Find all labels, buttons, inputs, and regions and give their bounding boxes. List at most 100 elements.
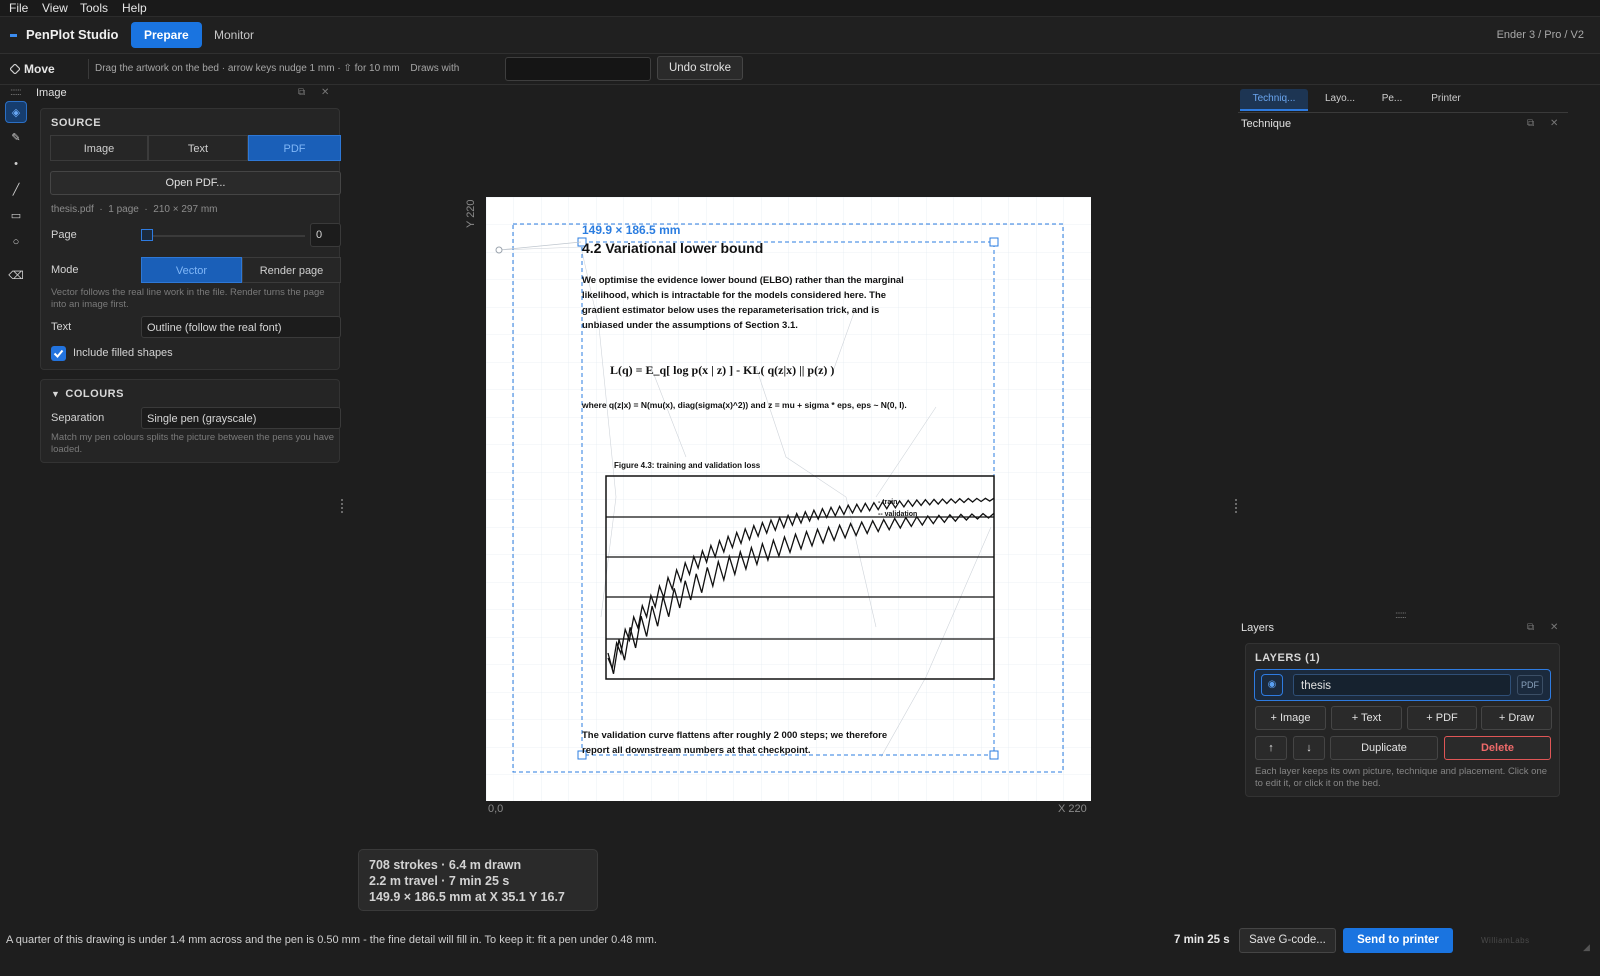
art-where-line: where q(z|x) = N(mu(x), diag(sigma(x)^2)… [581, 400, 907, 410]
resize-handle-tr[interactable] [989, 237, 999, 247]
page-slider-thumb[interactable] [141, 229, 153, 241]
menu-bar: File View Tools Help [0, 0, 1600, 17]
menu-tools[interactable]: Tools [80, 1, 108, 15]
status-bar: A quarter of this drawing is under 1.4 m… [0, 927, 1600, 956]
line-icon[interactable]: ╱ [5, 179, 27, 201]
tab-layout[interactable]: Layo... [1314, 89, 1366, 111]
layers-heading: LAYERS (1) [1255, 652, 1321, 664]
menu-view[interactable]: View [42, 1, 68, 15]
send-to-printer-button[interactable]: Send to printer [1343, 928, 1453, 953]
left-panel-resize-handle[interactable] [341, 499, 345, 513]
circle-icon[interactable]: ○ [5, 231, 27, 253]
add-pdf-layer-button[interactable]: + PDF [1407, 706, 1477, 730]
source-heading: SOURCE [51, 117, 102, 129]
close-panel-icon[interactable]: ✕ [1550, 118, 1558, 129]
move-layer-up-button[interactable]: ↑ [1255, 736, 1287, 760]
art-para1-line4: unbiased under the assumptions of Sectio… [582, 320, 798, 331]
layer-name-field[interactable]: thesis [1293, 674, 1511, 696]
art-equation: L(q) = E_q[ log p(x | z) ] - KL( q(z|x) … [610, 363, 834, 377]
mode-option-render-page[interactable]: Render page [242, 257, 341, 283]
open-pdf-button[interactable]: Open PDF... [50, 171, 341, 195]
layer-row[interactable]: ◉ thesis PDF [1254, 669, 1551, 701]
tool-column: ◈ ✎ • ╱ ▭ ○ ⌫ [0, 85, 32, 905]
page-number-field[interactable]: 0 [310, 223, 341, 247]
right-panel-resize-handle[interactable] [1235, 499, 1239, 513]
mode-label: Mode [51, 264, 79, 276]
bed-canvas: 149.9 × 186.5 mm 4.2 Variational lower b… [486, 197, 1091, 801]
tool-hint-text: Drag the artwork on the bed · arrow keys… [95, 63, 400, 74]
resize-grip-icon[interactable]: ◢ [1583, 942, 1590, 953]
undo-stroke-button[interactable]: Undo stroke [657, 56, 743, 80]
dot-icon[interactable]: • [5, 153, 27, 175]
resize-handle-br[interactable] [989, 750, 999, 760]
move-tool-icon[interactable]: ◈ [5, 101, 27, 123]
colours-heading[interactable]: ▼ COLOURS [51, 388, 124, 400]
include-filled-label: Include filled shapes [73, 347, 173, 359]
art-para2-line2: report all downstream numbers at that ch… [582, 745, 811, 756]
image-panel-header: :::::: Image ⧉ ✕ [8, 87, 346, 101]
status-message: A quarter of this drawing is under 1.4 m… [6, 934, 657, 946]
app-header: PenPlot Studio Prepare Monitor Ender 3 /… [0, 17, 1600, 54]
source-option-pdf[interactable]: PDF [248, 135, 341, 161]
divider [1238, 112, 1568, 113]
separation-select[interactable]: Single pen (grayscale) [141, 407, 341, 429]
add-text-layer-button[interactable]: + Text [1331, 706, 1402, 730]
print-bed[interactable]: 149.9 × 186.5 mm 4.2 Variational lower b… [486, 197, 1091, 801]
panel-split-handle[interactable]: :::::: [1395, 610, 1407, 621]
draws-with-field[interactable] [505, 57, 651, 81]
logo-icon [10, 34, 17, 37]
float-panel-icon[interactable]: ⧉ [1527, 622, 1534, 633]
text-mode-select[interactable]: Outline (follow the real font) [141, 316, 341, 338]
selection-dimensions: 149.9 × 186.5 mm [582, 223, 680, 237]
estimated-time: 7 min 25 s [1174, 934, 1230, 946]
art-para2-line1: The validation curve flattens after roug… [582, 730, 887, 741]
active-tool-label: Move [24, 62, 55, 76]
save-gcode-button[interactable]: Save G-code... [1239, 928, 1336, 953]
colours-heading-label: COLOURS [65, 388, 124, 400]
rotate-handle[interactable] [495, 246, 503, 254]
menu-file[interactable]: File [9, 1, 28, 15]
rect-icon[interactable]: ▭ [5, 205, 27, 227]
pen-icon[interactable]: ✎ [5, 127, 27, 149]
origin-label: 0,0 [488, 803, 504, 815]
move-icon [10, 64, 20, 74]
text-mode-label: Text [51, 321, 72, 333]
close-panel-icon[interactable]: ✕ [321, 87, 329, 98]
art-legend-validation: -- validation [878, 511, 917, 518]
float-panel-icon[interactable]: ⧉ [1527, 118, 1534, 129]
menu-help[interactable]: Help [122, 1, 147, 15]
duplicate-layer-button[interactable]: Duplicate [1330, 736, 1438, 760]
tab-printer[interactable]: Printer [1418, 89, 1474, 111]
tab-monitor[interactable]: Monitor [201, 22, 267, 48]
tab-pens[interactable]: Pe... [1372, 89, 1412, 111]
separation-label: Separation [51, 412, 105, 424]
include-filled-checkbox[interactable] [51, 346, 66, 361]
stats-line-2: 2.2 m travel · 7 min 25 s [369, 874, 510, 888]
layer-visibility-icon[interactable]: ◉ [1261, 674, 1283, 696]
add-draw-layer-button[interactable]: + Draw [1481, 706, 1552, 730]
layers-card: LAYERS (1) ◉ thesis PDF + Image + Text +… [1245, 643, 1560, 797]
source-option-image[interactable]: Image [50, 135, 148, 161]
app-title: PenPlot Studio [26, 27, 119, 42]
source-option-text[interactable]: Text [148, 135, 248, 161]
delete-layer-button[interactable]: Delete [1444, 736, 1551, 760]
art-para1-line2: likelihood, which is intractable for the… [582, 290, 886, 301]
mode-help-text: Vector follows the real line work in the… [51, 287, 325, 310]
mode-option-vector[interactable]: Vector [141, 257, 242, 283]
tab-technique[interactable]: Techniq... [1240, 89, 1308, 111]
tool-options-bar: Move Drag the artwork on the bed · arrow… [0, 54, 1600, 85]
colours-help-text: Match my pen colours splits the picture … [51, 432, 335, 455]
drag-handle-icon[interactable]: :::::: [10, 87, 22, 98]
printer-name[interactable]: Ender 3 / Pro / V2 [1497, 29, 1584, 41]
page-slider-track[interactable] [145, 235, 305, 237]
float-panel-icon[interactable]: ⧉ [298, 87, 305, 98]
move-layer-down-button[interactable]: ↓ [1293, 736, 1325, 760]
eraser-icon[interactable]: ⌫ [5, 265, 27, 287]
stats-line-3: 149.9 × 186.5 mm at X 35.1 Y 16.7 [369, 890, 565, 904]
close-panel-icon[interactable]: ✕ [1550, 622, 1558, 633]
art-para1-line1: We optimise the evidence lower bound (EL… [582, 275, 904, 286]
layers-panel-title: Layers [1241, 622, 1275, 634]
stats-line-1: 708 strokes · 6.4 m drawn [369, 858, 522, 872]
add-image-layer-button[interactable]: + Image [1255, 706, 1326, 730]
tab-prepare[interactable]: Prepare [131, 22, 202, 48]
